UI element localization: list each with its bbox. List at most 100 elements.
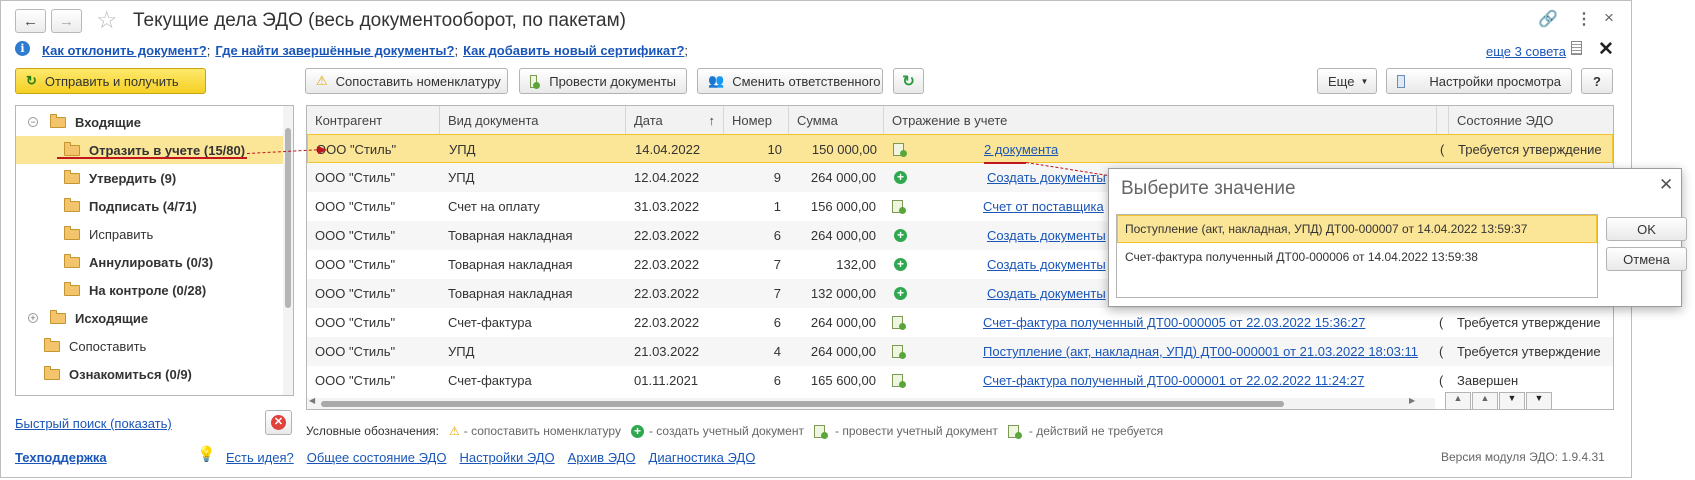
cell-number: 4 — [773, 344, 781, 359]
footer-link-diagnostics[interactable]: Диагностика ЭДО — [649, 450, 756, 465]
table-row[interactable]: ООО "Стиль" УПД 21.03.2022 4 264 000,00 Посту… — [307, 337, 1613, 366]
send-receive-button[interactable]: ↻ Отправить и получить — [15, 68, 206, 94]
tree-group-outgoing[interactable]: + Исходящие — [16, 304, 286, 332]
close-window-icon[interactable]: × — [1604, 8, 1614, 28]
cell-number: 9 — [773, 170, 781, 185]
footer-link-archive[interactable]: Архив ЭДО — [568, 450, 636, 465]
cell-doc-type: Товарная накладная — [448, 257, 573, 272]
accounting-link[interactable]: 2 документа — [984, 142, 1058, 157]
help-link-completed[interactable]: Где найти завершённые документы? — [215, 43, 454, 58]
folder-icon — [64, 225, 80, 240]
next-row-icon[interactable]: ▼ — [1499, 392, 1525, 409]
footer-link-idea[interactable]: Есть идея? — [226, 450, 294, 465]
tree-item-approve[interactable]: Утвердить (9) — [16, 164, 286, 192]
view-settings-button[interactable]: Настройки просмотра — [1386, 68, 1572, 94]
accounting-link[interactable]: Поступление (акт, накладная, УПД) ДТ00-0… — [983, 344, 1418, 359]
prev-row-icon[interactable]: ▲ — [1472, 392, 1498, 409]
support-link[interactable]: Техподдержка — [15, 450, 107, 465]
quick-search-link[interactable]: Быстрый поиск (показать) — [15, 416, 172, 431]
help-link-certificate[interactable]: Как добавить новый сертификат? — [463, 43, 684, 58]
table-row[interactable]: ООО "Стиль" Счет-фактура 22.03.2022 6 264 00… — [307, 308, 1613, 337]
tree-item-reflect[interactable]: Отразить в учете (15/80) — [16, 136, 286, 164]
back-button[interactable]: ← — [15, 9, 46, 33]
table-hscrollbar[interactable]: ◀ ▶ — [307, 396, 1435, 409]
dialog-close-icon[interactable]: ✕ — [1659, 175, 1673, 195]
accounting-link[interactable]: Счет-фактура полученный ДТ00-000001 от 2… — [983, 373, 1364, 388]
folder-icon — [50, 113, 66, 128]
cell-doc-type: Счет-фактура — [448, 373, 532, 388]
cancel-button[interactable]: Отмена — [1606, 247, 1687, 271]
column-c[interactable] — [1437, 106, 1449, 134]
help-button[interactable]: ? — [1581, 68, 1613, 94]
clear-search-button[interactable]: ✕ — [265, 410, 292, 435]
column-sum[interactable]: Сумма — [789, 106, 884, 134]
forward-button[interactable]: → — [51, 9, 82, 33]
folder-icon — [64, 281, 80, 296]
post-doc-icon — [892, 345, 906, 359]
close-tips-icon[interactable]: ✕ — [1598, 38, 1614, 61]
first-row-icon[interactable]: ▲ — [1445, 392, 1471, 409]
tree-item-annul[interactable]: Аннулировать (0/3) — [16, 248, 286, 276]
tree-scrollbar-thumb[interactable] — [285, 128, 291, 308]
refresh-button[interactable]: ↻ — [893, 68, 924, 94]
match-nomenclature-button[interactable]: ⚠ Сопоставить номенклатуру — [305, 68, 508, 94]
link-icon[interactable]: 🔗 — [1538, 9, 1558, 29]
column-edo-status[interactable]: Состояние ЭДО — [1449, 106, 1613, 134]
collapse-icon[interactable]: − — [28, 117, 38, 127]
create-doc-icon: + — [894, 229, 907, 242]
no-action-icon — [1007, 424, 1022, 439]
arrow-left-icon: ← — [23, 12, 38, 30]
help-link-reject[interactable]: Как отклонить документ? — [42, 43, 207, 58]
cell-counterparty: ООО "Стиль" — [315, 344, 396, 359]
column-accounting[interactable]: Отражение в учете — [884, 106, 1437, 134]
more-tips-link[interactable]: еще 3 совета — [1486, 44, 1566, 59]
table-row[interactable]: ООО "Стиль" УПД 14.04.2022 10 150 000,00 2 до… — [307, 134, 1613, 163]
tree-item-review[interactable]: Ознакомиться (0/9) — [16, 360, 286, 388]
table-hscrollbar-thumb[interactable] — [321, 401, 1284, 407]
cell-number: 1 — [773, 199, 781, 214]
table-row[interactable]: ООО "Стиль" Счет-фактура 01.11.2021 6 165 60… — [307, 366, 1613, 395]
scroll-left-icon[interactable]: ◀ — [309, 396, 315, 405]
more-menu-icon[interactable]: ⋮ — [1576, 9, 1592, 29]
warning-icon: ⚠ — [316, 73, 328, 88]
more-button[interactable]: Еще ▼ — [1317, 68, 1377, 94]
last-row-icon[interactable]: ▼ — [1526, 392, 1552, 409]
option-item[interactable]: Поступление (акт, накладная, УПД) ДТ00-0… — [1117, 215, 1597, 243]
footer-link-settings[interactable]: Настройки ЭДО — [459, 450, 554, 465]
tree-item-match[interactable]: Сопоставить — [16, 332, 286, 360]
post-documents-button[interactable]: Провести документы — [519, 68, 687, 94]
favorite-star-icon[interactable]: ☆ — [96, 6, 118, 35]
accounting-link[interactable]: Счет-фактура полученный ДТ00-000005 от 2… — [983, 315, 1365, 330]
folder-icon — [44, 365, 60, 380]
annotation-underline-2 — [984, 162, 1026, 164]
refresh-icon: ↻ — [902, 73, 915, 90]
tree-item-fix[interactable]: Исправить — [16, 220, 286, 248]
scroll-right-icon[interactable]: ▶ — [1409, 396, 1415, 405]
cell-date: 21.03.2022 — [634, 344, 700, 359]
accounting-link[interactable]: Создать документы — [987, 228, 1106, 243]
accounting-link[interactable]: Счет от поставщика — [983, 199, 1104, 214]
cell-counterparty: ООО "Стиль" — [315, 199, 396, 214]
option-item[interactable]: Счет-фактура полученный ДТ00-000006 от 1… — [1117, 243, 1597, 271]
tree-group-incoming[interactable]: − Входящие — [16, 108, 286, 136]
change-responsible-button[interactable]: 👥 Сменить ответственного — [697, 68, 883, 94]
tree-scrollbar[interactable] — [283, 106, 293, 395]
column-counterparty[interactable]: Контрагент — [307, 106, 440, 134]
column-date[interactable]: Дата ↑ — [626, 106, 724, 134]
tree-item-sign[interactable]: Подписать (4/71) — [16, 192, 286, 220]
column-number[interactable]: Номер — [724, 106, 789, 134]
footer-link-status[interactable]: Общее состояние ЭДО — [307, 450, 447, 465]
tips-list-icon[interactable] — [1571, 41, 1582, 55]
cell-counterparty: ООО "Стиль" — [315, 315, 396, 330]
column-doc-type[interactable]: Вид документа — [440, 106, 626, 134]
tree-item-control[interactable]: На контроле (0/28) — [16, 276, 286, 304]
cell-doc-type: УПД — [448, 170, 475, 185]
cell-c: ( — [1439, 315, 1444, 330]
accounting-link[interactable]: Создать документы — [987, 257, 1106, 272]
ok-button[interactable]: OK — [1606, 217, 1687, 241]
cell-sum: 132 000,00 — [810, 286, 876, 301]
expand-icon[interactable]: + — [28, 313, 38, 323]
warning-icon: ⚠ — [448, 424, 460, 438]
create-doc-icon: + — [894, 171, 907, 184]
accounting-link[interactable]: Создать документы — [987, 286, 1106, 301]
